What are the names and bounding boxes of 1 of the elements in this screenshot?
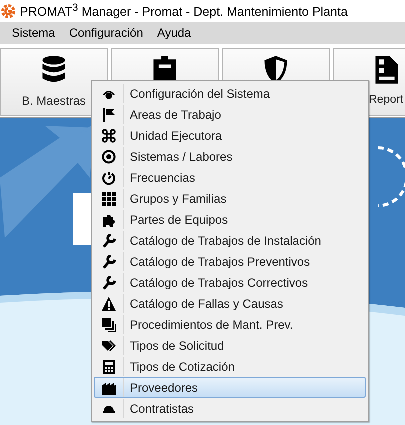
- window-title: PROMAT$^{3}$ Manager - Promat - Dept. Mantenimiento Planta: [20, 2, 348, 20]
